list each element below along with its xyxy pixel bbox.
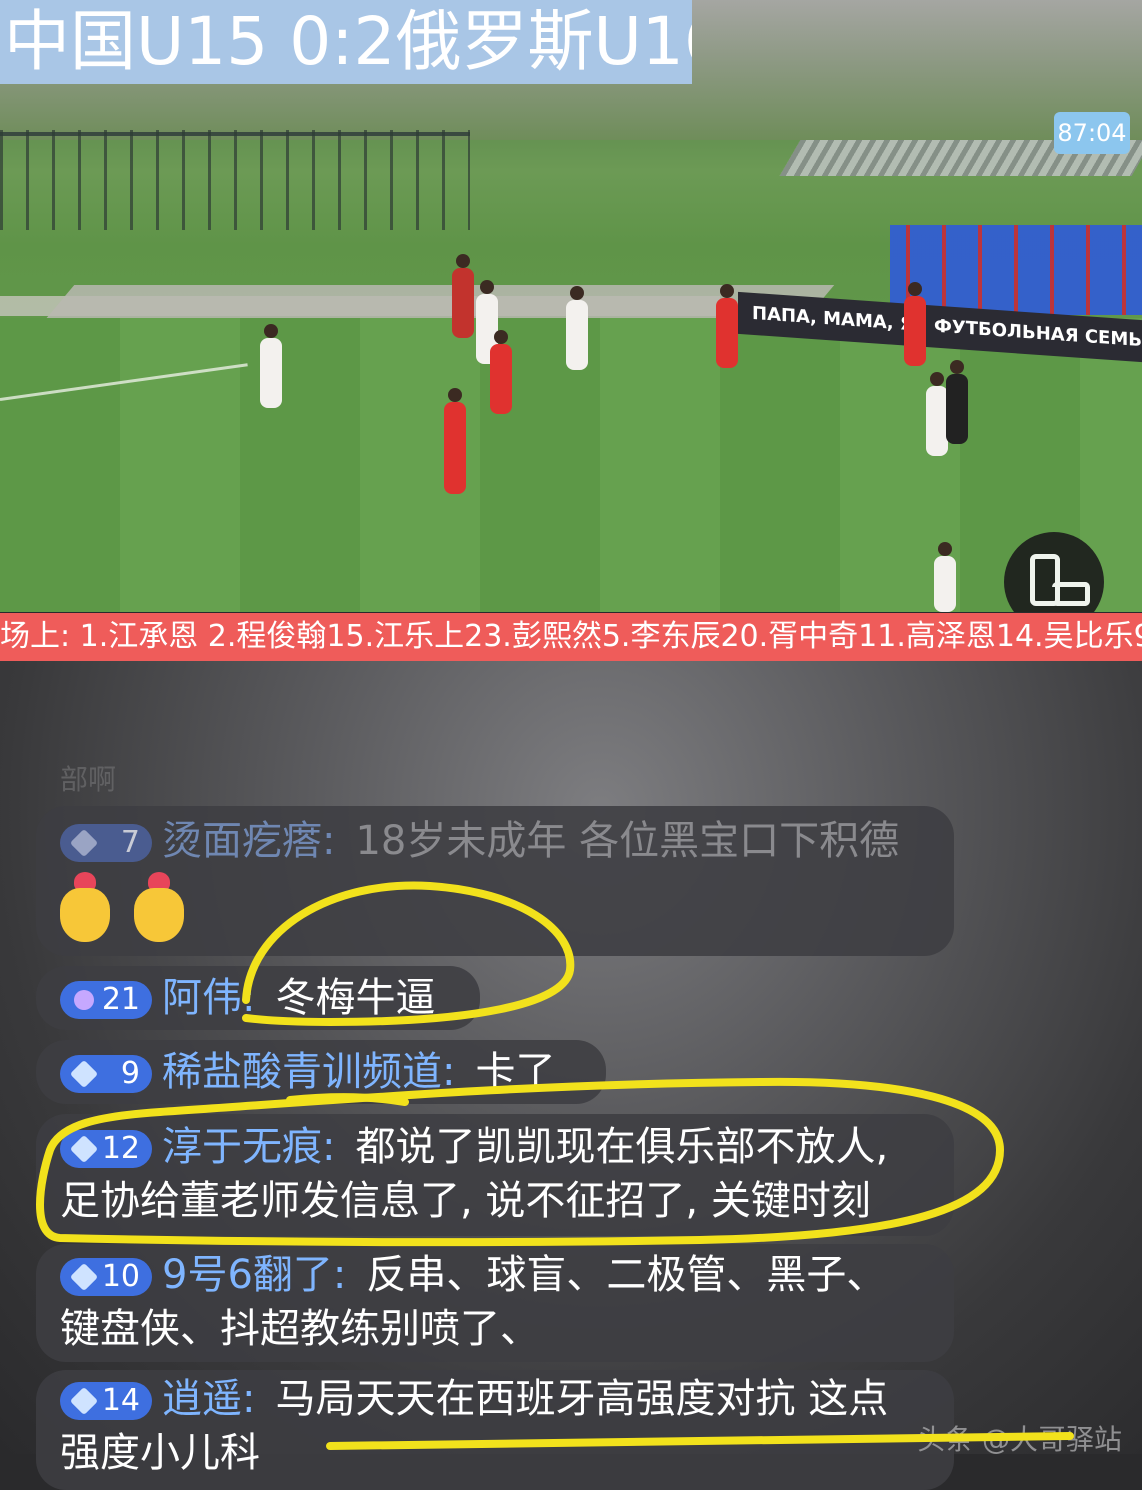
match-time-badge: 87:04 — [1054, 112, 1130, 154]
banner-text-left: ПАПА, МАМА, Я — [752, 302, 914, 336]
message-text: 卡了 — [475, 1049, 556, 1095]
live-video-player[interactable]: ПАПА, МАМА, Я ФУТБОЛЬНАЯ СЕМЬ 中国U15 0:2俄… — [0, 0, 1142, 612]
chat-message[interactable]: 21 阿伟: 冬梅牛逼 — [36, 966, 480, 1030]
diamond-icon — [69, 1134, 99, 1164]
player — [926, 372, 948, 456]
diamond-icon — [69, 1262, 99, 1292]
user-level-badge: 14 — [60, 1382, 152, 1420]
username[interactable]: 烫面疙瘩 — [162, 818, 322, 864]
username[interactable]: 稀盐酸青训频道 — [162, 1049, 442, 1095]
player — [444, 388, 466, 494]
diamond-icon — [69, 828, 99, 858]
user-level-badge: 12 — [60, 1130, 152, 1168]
diamond-icon — [69, 1386, 99, 1416]
chat-message[interactable]: 10 9号6翻了: 反串、球盲、二极管、黑子、 键盘侠、抖超教练别喷了、 — [36, 1244, 954, 1362]
username[interactable]: 阿伟 — [162, 975, 242, 1021]
message-text: 冬梅牛逼 — [275, 975, 436, 1021]
spectator — [452, 254, 474, 338]
diamond-icon — [69, 1059, 99, 1089]
emoji-row — [60, 872, 930, 954]
separator: : — [442, 1049, 456, 1095]
fence — [0, 130, 470, 230]
score-title: 中国U15 0:2俄罗斯U16 — [0, 0, 692, 84]
chat-message[interactable]: 7 烫面疙瘩: 18岁未成年 各位黑宝口下积德 — [36, 806, 954, 956]
gem-icon — [74, 990, 94, 1010]
user-level-badge: 21 — [60, 981, 152, 1019]
user-level-badge: 7 — [60, 824, 152, 862]
player — [904, 282, 926, 366]
lineup-ticker: 场上: 1.江承恩 2.程俊翰15.江乐上23.彭熙然5.李东辰20.胥中奇11… — [0, 613, 1142, 661]
username[interactable]: 9号6翻了 — [162, 1252, 333, 1298]
finger-heart-emoji — [134, 872, 184, 942]
referee — [946, 360, 968, 444]
separator: : — [322, 1124, 336, 1170]
message-text: 18岁未成年 各位黑宝口下积德 — [355, 818, 900, 864]
message-text: 都说了凯凯现在俱乐部不放人, — [355, 1124, 889, 1170]
player — [566, 286, 588, 370]
separator: : — [242, 1376, 256, 1422]
watermark: 头条 @大哥驿站 — [917, 1423, 1122, 1456]
banner-text-right: ФУТБОЛЬНАЯ СЕМЬ — [934, 315, 1142, 352]
chat-message[interactable]: 12 淳于无痕: 都说了凯凯现在俱乐部不放人, 足协给董老师发信息了, 说不征招了,… — [36, 1114, 954, 1236]
message-text-continued: 足协给董老师发信息了, 说不征招了, 关键时刻 — [60, 1178, 871, 1224]
finger-heart-emoji — [60, 872, 110, 942]
rotate-phone-landscape-icon — [1052, 582, 1090, 606]
username[interactable]: 逍遥 — [162, 1376, 242, 1422]
player — [934, 542, 956, 612]
user-level-badge: 9 — [60, 1055, 152, 1093]
separator: : — [242, 975, 256, 1021]
separator: : — [322, 818, 336, 864]
player — [716, 284, 738, 368]
separator: : — [332, 1252, 347, 1298]
player — [260, 324, 282, 408]
chat-message[interactable]: 14 逍遥: 马局天天在西班牙高强度对抗 这点 强度小儿科 — [36, 1370, 954, 1490]
message-text-continued: 强度小儿科 — [60, 1430, 260, 1476]
username[interactable]: 淳于无痕 — [162, 1124, 322, 1170]
message-text-continued: 键盘侠、抖超教练别喷了、 — [60, 1306, 540, 1352]
player — [490, 330, 512, 414]
message-text: 马局天天在西班牙高强度对抗 这点 — [275, 1376, 889, 1422]
chat-message[interactable]: 9 稀盐酸青训频道: 卡了 — [36, 1040, 606, 1104]
faded-previous-message: 部啊 — [60, 763, 117, 796]
stadium-seats — [890, 225, 1142, 315]
user-level-badge: 10 — [60, 1258, 152, 1296]
message-text: 反串、球盲、二极管、黑子、 — [366, 1252, 887, 1298]
